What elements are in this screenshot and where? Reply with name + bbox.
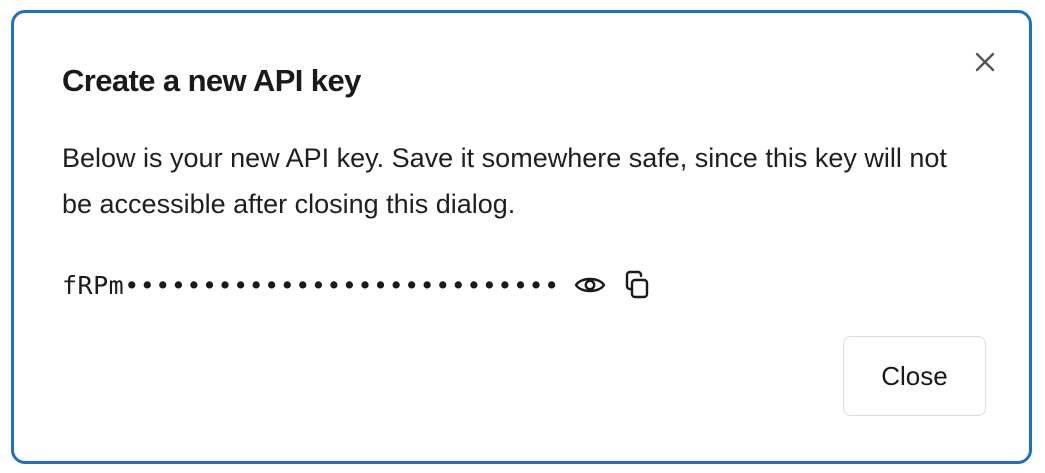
copy-icon [625, 270, 648, 299]
api-key-row: fRPm•••••••••••••••••••••••••••• [62, 265, 655, 305]
reveal-key-button[interactable] [572, 267, 608, 303]
close-x-icon [975, 52, 995, 72]
dialog-title: Create a new API key [62, 63, 361, 98]
close-button[interactable]: Close [843, 336, 986, 416]
eye-icon [574, 277, 605, 293]
dismiss-dialog-button[interactable] [972, 49, 998, 75]
copy-key-button[interactable] [619, 267, 655, 303]
api-key-value[interactable]: fRPm•••••••••••••••••••••••••••• [62, 271, 560, 300]
api-key-dialog: Create a new API key Below is your new A… [11, 10, 1032, 464]
dialog-description: Below is your new API key. Save it somew… [62, 143, 947, 219]
